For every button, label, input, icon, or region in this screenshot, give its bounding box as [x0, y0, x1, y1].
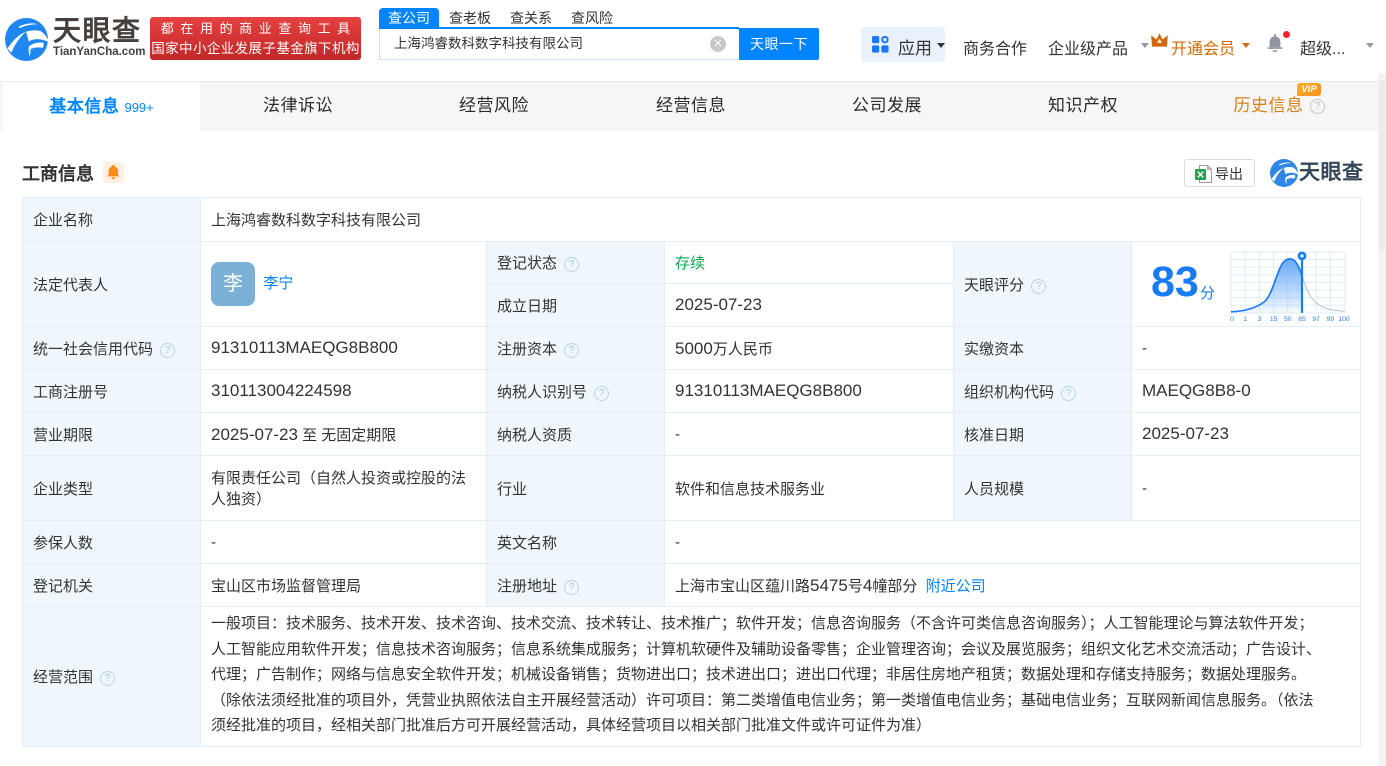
svg-text:100: 100 — [1338, 316, 1350, 323]
svg-text:97: 97 — [1312, 316, 1320, 323]
svg-text:1: 1 — [1243, 316, 1247, 323]
svg-text:99: 99 — [1327, 316, 1335, 323]
svg-text:85: 85 — [1298, 316, 1306, 323]
svg-text:15: 15 — [1270, 316, 1278, 323]
svg-text:50: 50 — [1284, 316, 1292, 323]
svg-text:3: 3 — [1258, 316, 1262, 323]
svg-text:0: 0 — [1230, 316, 1234, 323]
